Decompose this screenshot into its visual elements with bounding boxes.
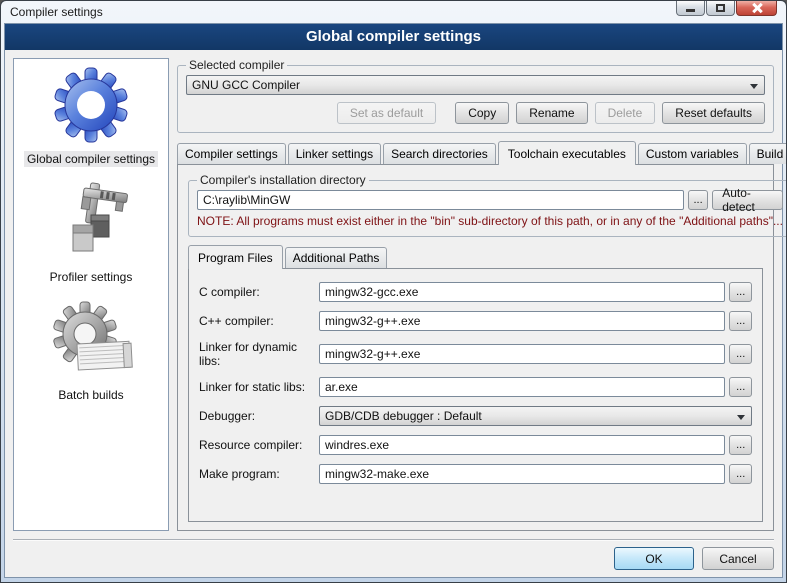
dynamic-linker-browse-button[interactable]: ...	[729, 344, 752, 364]
blue-gear-icon	[47, 61, 135, 149]
delete-button[interactable]: Delete	[595, 102, 656, 124]
resource-compiler-input[interactable]	[319, 435, 725, 455]
installation-directory-group: Compiler's installation directory ... Au…	[188, 173, 787, 237]
copy-button[interactable]: Copy	[455, 102, 509, 124]
installation-directory-legend: Compiler's installation directory	[197, 173, 369, 187]
window-title: Compiler settings	[4, 5, 103, 19]
form-row: C++ compiler: ...	[199, 311, 752, 331]
sidebar-item-label: Profiler settings	[47, 269, 136, 285]
set-as-default-button[interactable]: Set as default	[337, 102, 436, 124]
compiler-tabs: Compiler settings Linker settings Search…	[177, 141, 774, 164]
sidebar-item-label: Batch builds	[55, 387, 126, 403]
form-row: Debugger: GDB/CDB debugger : Default	[199, 406, 752, 426]
dynamic-linker-input[interactable]	[319, 344, 725, 364]
toolchain-executables-panel: Compiler's installation directory ... Au…	[177, 164, 774, 531]
browse-directory-button[interactable]: ...	[688, 190, 708, 210]
resource-compiler-label: Resource compiler:	[199, 438, 319, 452]
sidebar-item-profiler-settings[interactable]: Profiler settings	[47, 181, 136, 285]
tab-toolchain-executables[interactable]: Toolchain executables	[498, 141, 636, 165]
static-linker-browse-button[interactable]: ...	[729, 377, 752, 397]
form-row: Linker for dynamic libs: ...	[199, 340, 752, 368]
selected-compiler-legend: Selected compiler	[186, 58, 287, 72]
selected-compiler-group: Selected compiler GNU GCC Compiler Set a…	[177, 58, 774, 133]
tab-additional-paths[interactable]: Additional Paths	[285, 247, 388, 268]
tab-custom-variables[interactable]: Custom variables	[638, 143, 747, 164]
settings-category-list: Global compiler settings	[13, 58, 169, 531]
reset-defaults-button[interactable]: Reset defaults	[662, 102, 765, 124]
compiler-select[interactable]: GNU GCC Compiler	[186, 75, 765, 95]
auto-detect-button[interactable]: Auto-detect	[712, 190, 783, 210]
c-compiler-label: C compiler:	[199, 285, 319, 299]
form-row: C compiler: ...	[199, 282, 752, 302]
cpp-compiler-label: C++ compiler:	[199, 314, 319, 328]
dynamic-linker-label: Linker for dynamic libs:	[199, 340, 319, 368]
tab-linker-settings[interactable]: Linker settings	[288, 143, 381, 164]
c-compiler-browse-button[interactable]: ...	[729, 282, 752, 302]
form-row: Linker for static libs: ...	[199, 377, 752, 397]
chevron-down-icon	[737, 415, 745, 420]
cpp-compiler-input[interactable]	[319, 311, 725, 331]
program-files-panel: C compiler: ... C++ compiler: ...	[188, 268, 763, 522]
chevron-down-icon	[750, 84, 758, 89]
form-row: Resource compiler: ...	[199, 435, 752, 455]
close-button[interactable]	[736, 1, 777, 16]
rename-button[interactable]: Rename	[516, 102, 587, 124]
form-row: Make program: ...	[199, 464, 752, 484]
cpp-compiler-browse-button[interactable]: ...	[729, 311, 752, 331]
maximize-button[interactable]	[706, 1, 735, 16]
tab-program-files[interactable]: Program Files	[188, 245, 283, 269]
program-tabs: Program Files Additional Paths	[188, 246, 763, 268]
make-program-label: Make program:	[199, 467, 319, 481]
close-icon	[752, 3, 762, 13]
static-linker-label: Linker for static libs:	[199, 380, 319, 394]
static-linker-input[interactable]	[319, 377, 725, 397]
dialog-footer: OK Cancel	[13, 539, 774, 577]
debugger-label: Debugger:	[199, 409, 319, 423]
debugger-select-value: GDB/CDB debugger : Default	[325, 409, 482, 423]
sidebar-item-label: Global compiler settings	[24, 151, 158, 167]
minimize-button[interactable]	[676, 1, 705, 16]
compiler-settings-window: Compiler settings Global compiler settin…	[0, 0, 787, 583]
c-compiler-input[interactable]	[319, 282, 725, 302]
make-program-browse-button[interactable]: ...	[729, 464, 752, 484]
resource-compiler-browse-button[interactable]: ...	[729, 435, 752, 455]
dialog-header: Global compiler settings	[5, 24, 782, 50]
debugger-select[interactable]: GDB/CDB debugger : Default	[319, 406, 752, 426]
titlebar[interactable]: Compiler settings	[4, 1, 783, 23]
compiler-select-value: GNU GCC Compiler	[192, 78, 300, 92]
sidebar-item-batch-builds[interactable]: Batch builds	[48, 299, 134, 403]
sidebar-item-global-compiler-settings[interactable]: Global compiler settings	[24, 61, 158, 167]
installation-note: NOTE: All programs must exist either in …	[197, 214, 783, 228]
maximize-icon	[716, 4, 725, 12]
gray-gear-stack-icon	[48, 299, 134, 385]
make-program-input[interactable]	[319, 464, 725, 484]
cancel-button[interactable]: Cancel	[702, 547, 774, 570]
tab-compiler-settings[interactable]: Compiler settings	[177, 143, 286, 164]
installation-directory-input[interactable]	[197, 190, 684, 210]
tab-search-directories[interactable]: Search directories	[383, 143, 496, 164]
tab-build-options[interactable]: Build options	[749, 143, 787, 164]
caliper-icon	[51, 181, 131, 267]
ok-button[interactable]: OK	[614, 547, 694, 570]
minimize-icon	[686, 9, 695, 12]
